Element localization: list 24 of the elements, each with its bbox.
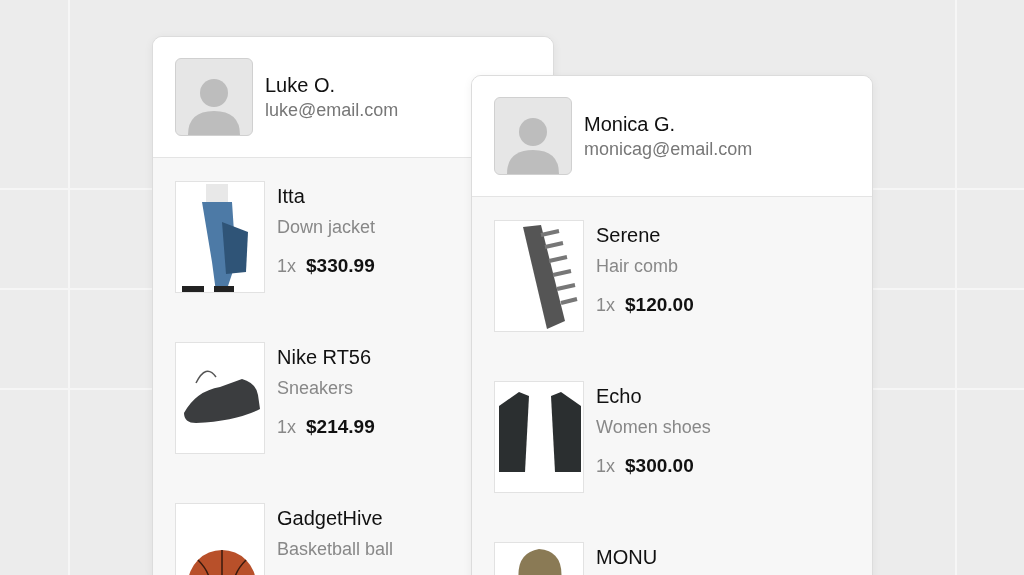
price: $330.99 xyxy=(306,255,375,277)
product-description: Sneakers xyxy=(277,377,355,400)
product-name: MONU xyxy=(596,545,658,570)
price: $214.99 xyxy=(306,416,375,438)
product-description: Down jacket xyxy=(277,216,376,239)
product-name: Serene xyxy=(596,223,662,248)
product-name: Itta xyxy=(277,184,306,209)
price: $120.00 xyxy=(625,294,694,316)
price: $300.00 xyxy=(625,455,694,477)
customer-name: Luke O. xyxy=(265,73,337,98)
product-description: Women shoes xyxy=(596,416,711,439)
customer-email: luke@email.com xyxy=(265,99,399,122)
quantity: 1x xyxy=(596,456,615,477)
customer-email: monicag@email.com xyxy=(584,138,753,161)
product-name: GadgetHive xyxy=(277,506,384,531)
product-description: Basketball ball xyxy=(277,538,394,561)
basketball-drawing xyxy=(187,549,257,575)
product-name: Nike RT56 xyxy=(277,345,373,370)
quantity: 1x xyxy=(277,417,296,438)
product-name: Echo xyxy=(596,384,643,409)
product-description: Hair comb xyxy=(596,255,680,278)
customer-name: Monica G. xyxy=(584,112,677,137)
quantity: 1x xyxy=(596,295,615,316)
quantity: 1x xyxy=(277,256,296,277)
